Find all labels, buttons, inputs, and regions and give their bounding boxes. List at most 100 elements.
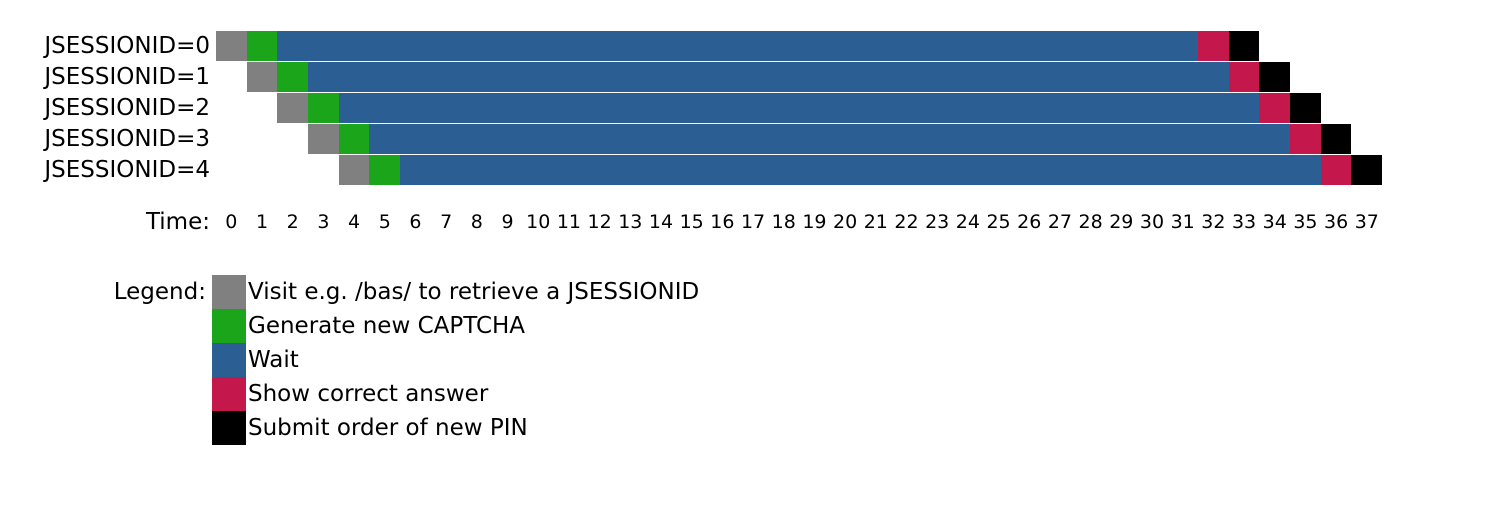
cell-wait bbox=[953, 62, 984, 92]
cell-wait bbox=[707, 155, 738, 185]
cell-wait bbox=[646, 124, 677, 154]
legend-swatch-visit bbox=[212, 275, 246, 309]
cell-empty bbox=[247, 93, 278, 123]
cell-wait bbox=[1075, 62, 1106, 92]
cell-wait bbox=[1167, 155, 1198, 185]
cell-captcha bbox=[339, 124, 370, 154]
cell-wait bbox=[676, 62, 707, 92]
cell-wait bbox=[1106, 124, 1137, 154]
timeline-row: JSESSIONID=3 bbox=[20, 123, 1483, 154]
cell-wait bbox=[462, 31, 493, 61]
cell-visit bbox=[247, 62, 278, 92]
cell-wait bbox=[369, 93, 400, 123]
cell-wait bbox=[1259, 155, 1290, 185]
cell-captcha bbox=[369, 155, 400, 185]
cell-wait bbox=[431, 31, 462, 61]
cell-wait bbox=[953, 31, 984, 61]
cell-wait bbox=[799, 93, 830, 123]
cell-wait bbox=[1229, 124, 1260, 154]
time-tick: 19 bbox=[799, 211, 830, 233]
cell-wait bbox=[1045, 155, 1076, 185]
cell-wait bbox=[339, 62, 370, 92]
time-tick: 15 bbox=[676, 211, 707, 233]
cell-wait bbox=[523, 124, 554, 154]
cell-empty bbox=[308, 155, 339, 185]
cell-wait bbox=[891, 62, 922, 92]
cell-wait bbox=[830, 93, 861, 123]
time-axis-label: Time: bbox=[20, 209, 216, 235]
cell-wait bbox=[554, 62, 585, 92]
cell-empty bbox=[1351, 62, 1382, 92]
cell-wait bbox=[1106, 31, 1137, 61]
timeline-row: JSESSIONID=0 bbox=[20, 30, 1483, 61]
cell-wait bbox=[400, 124, 431, 154]
legend-text: Visit e.g. /bas/ to retrieve a JSESSIONI… bbox=[246, 279, 699, 305]
cell-wait bbox=[676, 31, 707, 61]
cell-wait bbox=[492, 31, 523, 61]
legend-row: Legend:Visit e.g. /bas/ to retrieve a JS… bbox=[20, 275, 1483, 309]
cell-empty bbox=[1290, 31, 1321, 61]
cell-empty bbox=[1321, 62, 1352, 92]
cell-wait bbox=[400, 62, 431, 92]
legend-row: Wait bbox=[20, 343, 1483, 377]
cell-submit bbox=[1321, 124, 1352, 154]
cell-wait bbox=[676, 124, 707, 154]
cell-wait bbox=[462, 155, 493, 185]
time-tick: 20 bbox=[830, 211, 861, 233]
legend-swatch-answer bbox=[212, 377, 246, 411]
time-tick: 8 bbox=[462, 211, 493, 233]
cell-wait bbox=[1137, 93, 1168, 123]
cell-wait bbox=[799, 124, 830, 154]
time-tick: 26 bbox=[1014, 211, 1045, 233]
time-tick: 29 bbox=[1106, 211, 1137, 233]
cell-wait bbox=[554, 155, 585, 185]
cell-wait bbox=[860, 93, 891, 123]
time-tick: 36 bbox=[1321, 211, 1352, 233]
cell-empty bbox=[1351, 93, 1382, 123]
cell-wait bbox=[339, 93, 370, 123]
cell-wait bbox=[615, 155, 646, 185]
legend: Legend:Visit e.g. /bas/ to retrieve a JS… bbox=[20, 275, 1483, 445]
legend-row: Submit order of new PIN bbox=[20, 411, 1483, 445]
cell-wait bbox=[983, 155, 1014, 185]
cell-empty bbox=[216, 124, 247, 154]
cell-wait bbox=[1167, 62, 1198, 92]
cell-wait bbox=[1014, 31, 1045, 61]
timeline-row: JSESSIONID=4 bbox=[20, 154, 1483, 185]
cell-wait bbox=[492, 155, 523, 185]
time-axis: Time: 0123456789101112131415161718192021… bbox=[20, 209, 1483, 235]
cell-wait bbox=[554, 93, 585, 123]
time-tick: 22 bbox=[891, 211, 922, 233]
time-tick: 0 bbox=[216, 211, 247, 233]
time-tick: 32 bbox=[1198, 211, 1229, 233]
cell-empty bbox=[216, 93, 247, 123]
time-tick: 27 bbox=[1045, 211, 1076, 233]
cell-wait bbox=[738, 124, 769, 154]
cell-wait bbox=[431, 62, 462, 92]
time-axis-ticks: 0123456789101112131415161718192021222324… bbox=[216, 211, 1382, 233]
cell-empty bbox=[216, 155, 247, 185]
time-tick: 16 bbox=[707, 211, 738, 233]
time-tick: 4 bbox=[339, 211, 370, 233]
cell-wait bbox=[523, 155, 554, 185]
cell-wait bbox=[768, 31, 799, 61]
time-tick: 18 bbox=[768, 211, 799, 233]
cell-wait bbox=[676, 93, 707, 123]
cell-wait bbox=[983, 124, 1014, 154]
cell-wait bbox=[953, 124, 984, 154]
cell-empty bbox=[1351, 31, 1382, 61]
cell-wait bbox=[523, 62, 554, 92]
time-tick: 2 bbox=[277, 211, 308, 233]
cell-empty bbox=[247, 155, 278, 185]
cell-wait bbox=[584, 93, 615, 123]
cell-wait bbox=[615, 31, 646, 61]
cell-wait bbox=[646, 31, 677, 61]
cell-empty bbox=[1351, 124, 1382, 154]
cell-wait bbox=[1075, 124, 1106, 154]
time-tick: 31 bbox=[1167, 211, 1198, 233]
time-tick: 35 bbox=[1290, 211, 1321, 233]
legend-text: Show correct answer bbox=[246, 381, 488, 407]
cell-wait bbox=[922, 93, 953, 123]
cell-wait bbox=[1014, 155, 1045, 185]
cell-wait bbox=[1167, 31, 1198, 61]
